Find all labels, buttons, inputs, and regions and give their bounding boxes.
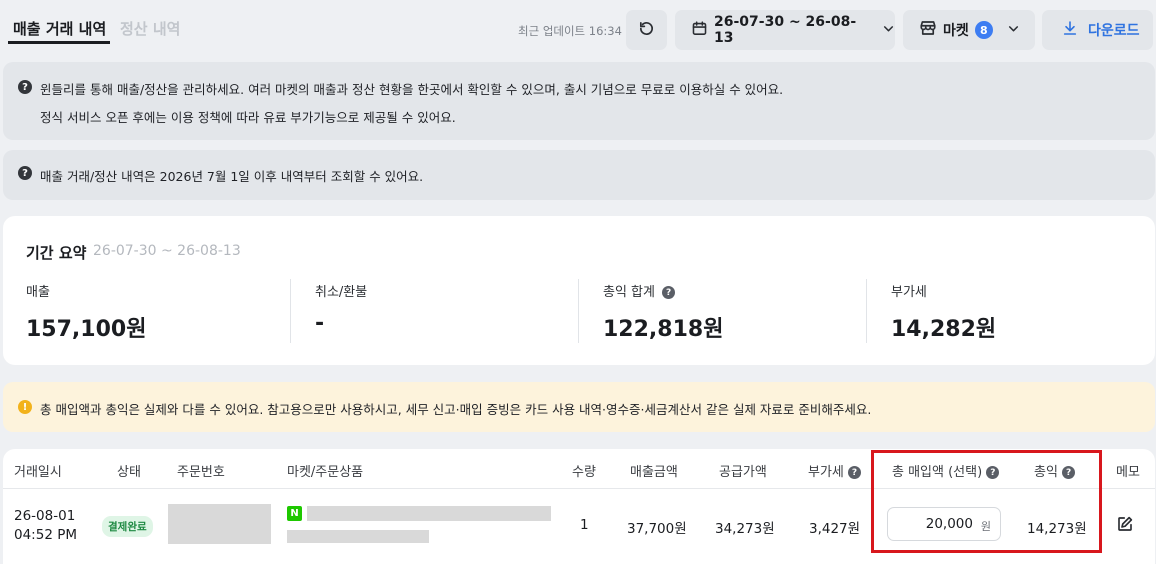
download-button[interactable]: 다운로드: [1042, 10, 1153, 50]
product-option-redacted: [287, 530, 429, 543]
warning-icon: !: [18, 400, 32, 414]
refresh-button[interactable]: [626, 10, 667, 50]
summary-title: 기간 요약: [26, 244, 87, 262]
naver-market-icon: N: [287, 506, 302, 521]
column-header-vat: 부가세 ?: [808, 461, 862, 480]
row-vat: 3,427원: [809, 521, 861, 537]
summary-vat-value: 14,282원: [891, 317, 997, 342]
summary-vat-label: 부가세: [891, 285, 927, 300]
market-filter-button[interactable]: 마켓 8: [903, 10, 1035, 50]
summary-profit-value: 122,818원: [603, 317, 724, 342]
summary-refund-label: 취소/환불: [315, 285, 368, 300]
download-icon: [1062, 20, 1078, 40]
last-update-text: 최근 업데이트 16:34: [518, 24, 622, 38]
column-header-qty: 수량: [572, 465, 596, 480]
column-header-memo: 메모: [1116, 465, 1140, 480]
column-header-date: 거래일시: [14, 465, 62, 480]
order-number-redacted: [168, 504, 271, 544]
date-range-label: 26-07-30 ~ 26-08-13: [714, 14, 857, 46]
summary-divider: [290, 279, 291, 343]
question-icon[interactable]: ?: [662, 286, 676, 299]
summary-refund-value: -: [315, 311, 325, 336]
edit-memo-button[interactable]: [1116, 515, 1134, 537]
row-supply: 34,273원: [715, 521, 775, 537]
summary-profit-label: 총익 합계 ?: [603, 281, 676, 300]
column-header-status: 상태: [117, 465, 141, 480]
summary-sales-value: 157,100원: [26, 317, 147, 342]
column-header-vat-text: 부가세: [808, 465, 844, 480]
row-time: 04:52 PM: [14, 527, 77, 543]
info-banner-line1: 윈들리를 통해 매출/정산을 관리하세요. 여러 마켓의 매출과 정산 현황을 …: [40, 82, 784, 97]
row-date: 26-08-01: [14, 508, 76, 524]
row-sales: 37,700원: [627, 521, 687, 537]
active-tab-indicator: [8, 41, 110, 44]
download-label: 다운로드: [1088, 23, 1140, 39]
info-banner-line2: 정식 서비스 오픈 후에는 이용 정책에 따라 유료 부가기능으로 제공될 수 …: [40, 110, 456, 125]
tab-sales-history[interactable]: 매출 거래 내역: [13, 18, 106, 39]
summary-divider: [578, 279, 579, 343]
warning-text: 총 매입액과 총익은 실제와 다를 수 있어요. 참고용으로만 사용하시고, 세…: [40, 402, 872, 417]
column-header-market-product: 마켓/주문상품: [287, 465, 364, 480]
summary-date-range: 26-07-30 ~ 26-08-13: [93, 243, 241, 259]
date-range-picker[interactable]: 26-07-30 ~ 26-08-13: [675, 10, 895, 50]
highlight-box: [871, 450, 1102, 553]
edit-icon: [1116, 516, 1134, 537]
summary-sales-label: 매출: [26, 285, 50, 300]
question-icon: ?: [18, 166, 32, 180]
status-badge: 결제완료: [102, 516, 153, 537]
column-header-supply: 공급가액: [719, 465, 767, 480]
market-filter-label: 마켓: [943, 23, 969, 39]
calendar-icon: [691, 20, 708, 41]
column-header-order-no: 주문번호: [177, 465, 225, 480]
refresh-icon: [638, 20, 655, 41]
summary-profit-label-text: 총익 합계: [603, 285, 655, 300]
market-count-badge: 8: [974, 21, 993, 39]
product-name-redacted: [307, 506, 551, 521]
summary-divider: [866, 279, 867, 343]
info-banner-service: [3, 62, 1155, 140]
info-banner-period-text: 매출 거래/정산 내역은 2026년 7월 1일 이후 내역부터 조회할 수 있…: [40, 169, 424, 184]
tab-settlement-history[interactable]: 정산 내역: [120, 18, 180, 39]
column-header-sales: 매출금액: [630, 465, 678, 480]
chevron-down-icon: [1007, 22, 1020, 39]
row-qty: 1: [580, 517, 589, 533]
question-icon[interactable]: ?: [848, 466, 862, 479]
question-icon: ?: [18, 80, 32, 94]
store-icon: [919, 19, 937, 41]
chevron-down-icon: [882, 22, 895, 39]
